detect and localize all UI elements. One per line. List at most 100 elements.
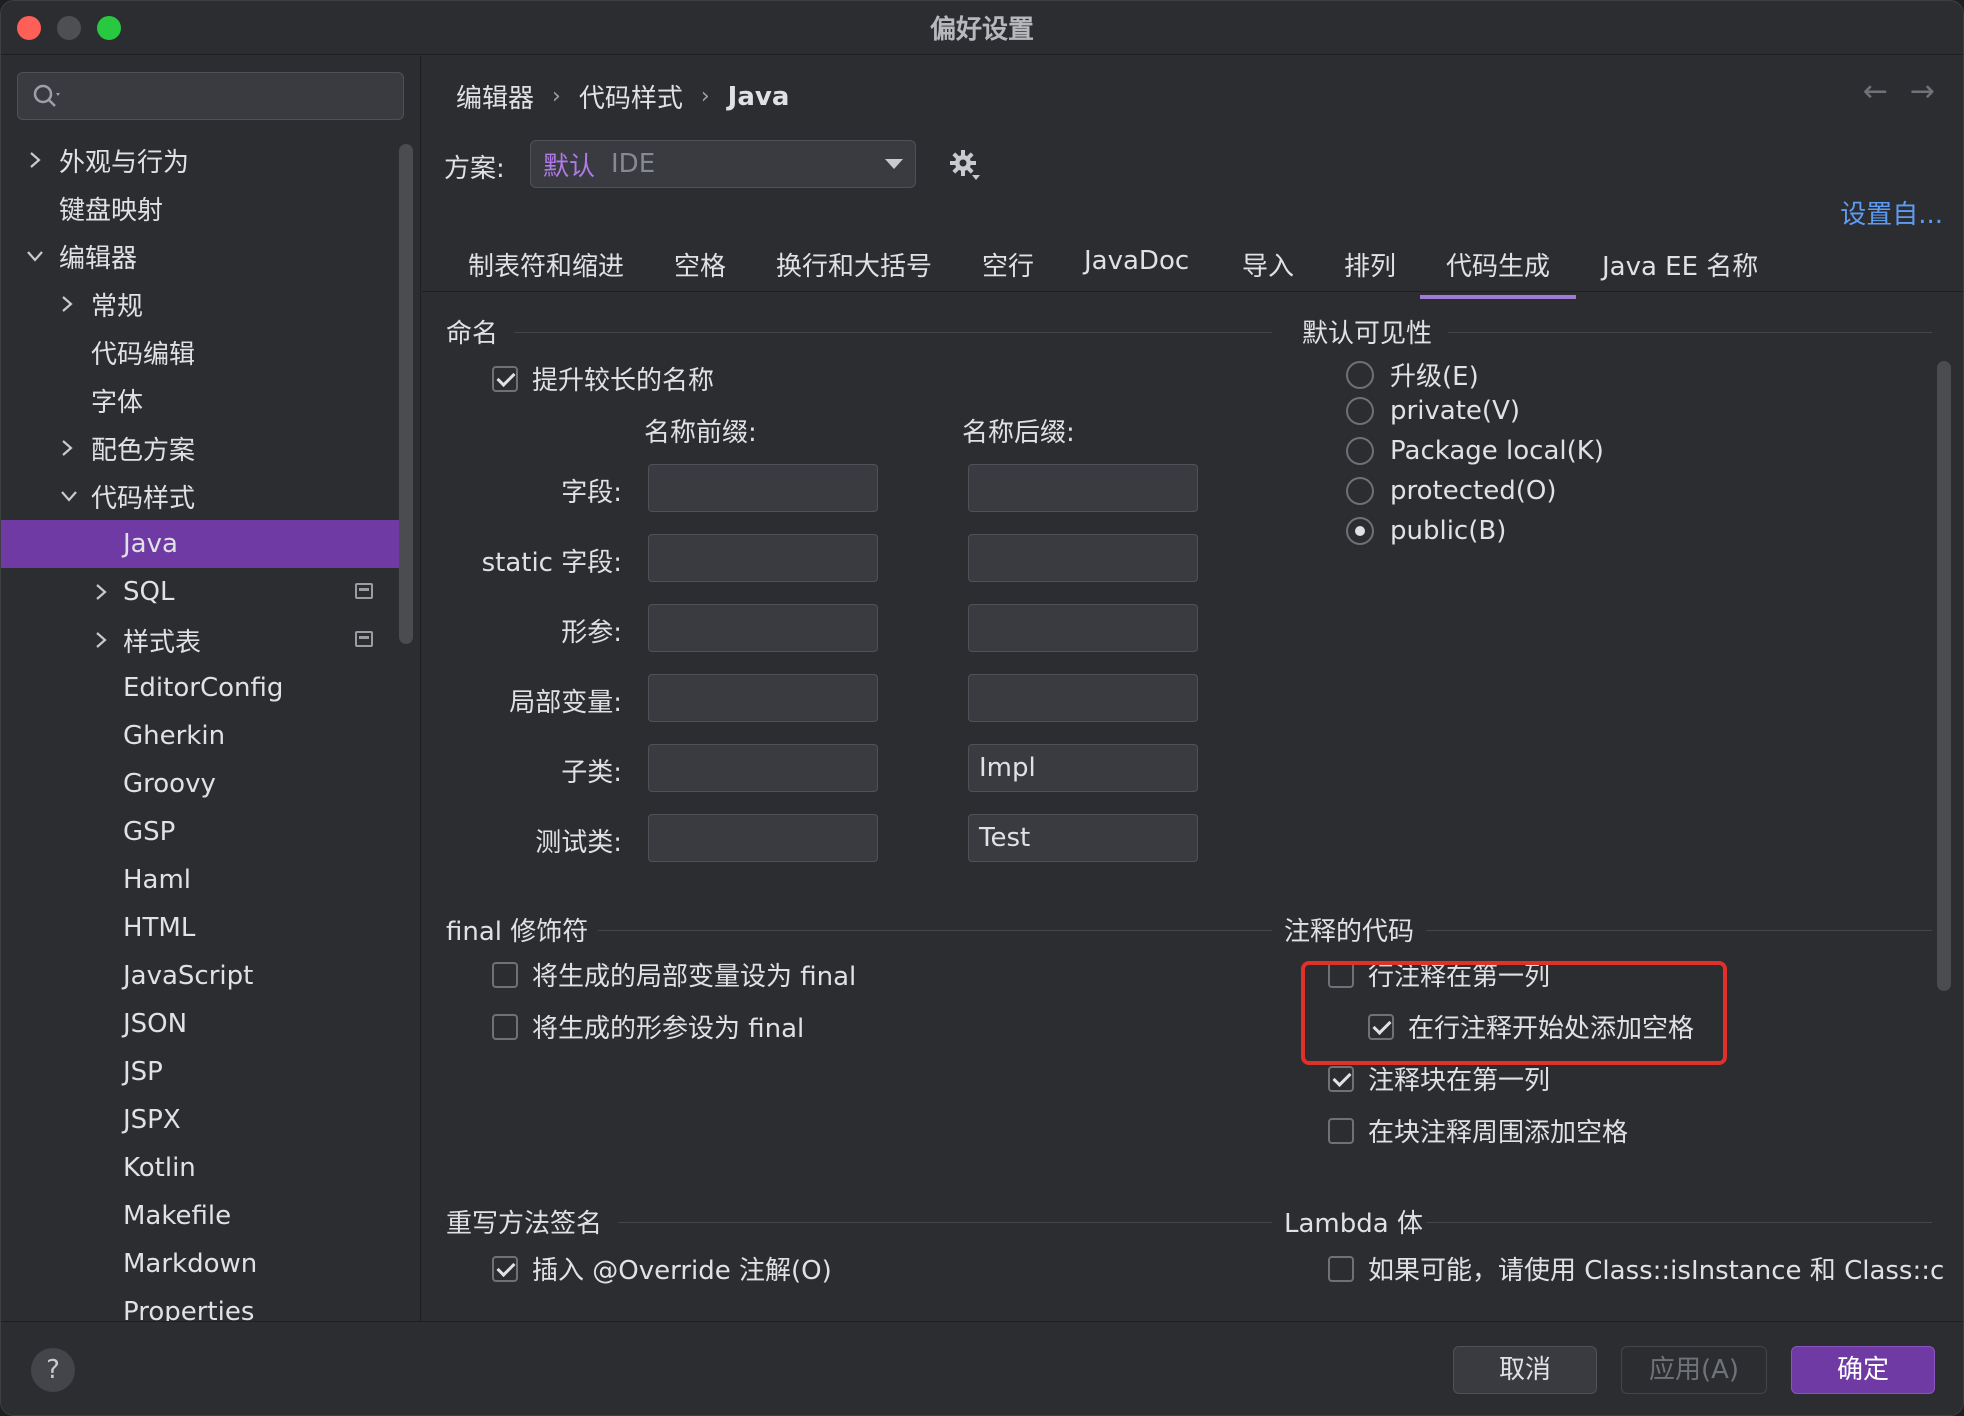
checkbox-box[interactable] — [492, 365, 518, 392]
tree-item-html[interactable]: HTML — [1, 904, 401, 952]
tree-item-json[interactable]: JSON — [1, 1000, 401, 1048]
sidebar-scrollbar[interactable] — [399, 144, 413, 644]
tree-item-font[interactable]: 字体 — [1, 376, 401, 424]
chevron-right-icon[interactable] — [57, 438, 77, 458]
test-class-prefix-input[interactable] — [648, 814, 878, 862]
tab-tabs-and-indents[interactable]: 制表符和缩进 — [468, 246, 624, 283]
tree-item-editor[interactable]: 编辑器 — [1, 232, 401, 280]
back-arrow-icon[interactable]: ← — [1863, 74, 1888, 109]
radio-circle[interactable] — [1346, 360, 1374, 389]
tree-item-general[interactable]: 常规 — [1, 280, 401, 328]
tree-item-javascript[interactable]: JavaScript — [1, 952, 401, 1000]
radio-label: public(B) — [1390, 516, 1507, 546]
field-prefix-input[interactable] — [648, 464, 878, 512]
minimize-window-button[interactable] — [57, 16, 81, 40]
apply-button[interactable]: 应用(A) — [1621, 1346, 1767, 1394]
checkbox-box[interactable] — [492, 1013, 518, 1040]
block-comment-add-space-checkbox[interactable]: 在块注释周围添加空格 — [1328, 1112, 1628, 1149]
cancel-button[interactable]: 取消 — [1453, 1346, 1597, 1394]
tab-code-generation[interactable]: 代码生成 — [1419, 246, 1577, 299]
static-field-prefix-input[interactable] — [648, 534, 878, 582]
local-variable-prefix-input[interactable] — [648, 674, 878, 722]
chevron-down-icon[interactable] — [25, 246, 45, 266]
visibility-public-radio[interactable]: public(B) — [1346, 516, 1506, 546]
checkbox-box[interactable] — [1328, 1255, 1354, 1282]
visibility-package-local-radio[interactable]: Package local(K) — [1346, 436, 1604, 466]
tab-javadoc[interactable]: JavaDoc — [1084, 246, 1189, 276]
final-parameters-checkbox[interactable]: 将生成的形参设为 final — [492, 1008, 804, 1045]
test-class-suffix-input[interactable]: Test — [968, 814, 1198, 862]
tree-item-groovy[interactable]: Groovy — [1, 760, 401, 808]
section-divider — [1426, 930, 1932, 931]
chevron-down-icon[interactable] — [59, 486, 79, 506]
radio-circle[interactable] — [1346, 397, 1374, 425]
field-suffix-input[interactable] — [968, 464, 1198, 512]
tree-item-makefile[interactable]: Makefile — [1, 1192, 401, 1240]
ok-button[interactable]: 确定 — [1791, 1346, 1935, 1394]
checkbox-box[interactable] — [1328, 1065, 1354, 1092]
forward-arrow-icon[interactable]: → — [1910, 74, 1935, 109]
tree-item-sql[interactable]: SQL — [1, 568, 401, 616]
tree-item-kotlin[interactable]: Kotlin — [1, 1144, 401, 1192]
tab-blank-lines[interactable]: 空行 — [982, 246, 1034, 283]
window-controls — [17, 16, 121, 40]
chevron-right-icon[interactable] — [57, 294, 77, 314]
tab-wrapping-and-braces[interactable]: 换行和大括号 — [776, 246, 932, 283]
breadcrumb-item[interactable]: 代码样式 — [579, 78, 683, 115]
search-input[interactable] — [17, 72, 404, 120]
breadcrumb-item[interactable]: 编辑器 — [456, 78, 534, 115]
content-vertical-scrollbar[interactable] — [1937, 361, 1951, 991]
parameter-prefix-input[interactable] — [648, 604, 878, 652]
visibility-protected-radio[interactable]: protected(O) — [1346, 476, 1556, 506]
tree-item-haml[interactable]: Haml — [1, 856, 401, 904]
tree-item-properties[interactable]: Properties — [1, 1288, 401, 1321]
use-class-isinstance-checkbox[interactable]: 如果可能，请使用 Class::isInstance 和 Class::c — [1328, 1250, 1944, 1287]
final-local-variables-checkbox[interactable]: 将生成的局部变量设为 final — [492, 956, 856, 993]
tree-item-editorconfig[interactable]: EditorConfig — [1, 664, 401, 712]
tree-item-color-scheme[interactable]: 配色方案 — [1, 424, 401, 472]
tab-arrangement[interactable]: 排列 — [1344, 246, 1396, 283]
tree-item-markdown[interactable]: Markdown — [1, 1240, 401, 1288]
set-from-link[interactable]: 设置自... — [1840, 194, 1943, 231]
checkbox-label: 插入 @Override 注解(O) — [532, 1256, 832, 1286]
subclass-prefix-input[interactable] — [648, 744, 878, 792]
tree-item-jspx[interactable]: JSPX — [1, 1096, 401, 1144]
checkbox-box[interactable] — [1328, 1117, 1354, 1144]
tab-java-ee-names[interactable]: Java EE 名称 — [1602, 246, 1758, 283]
parameter-suffix-input[interactable] — [968, 604, 1198, 652]
zoom-window-button[interactable] — [97, 16, 121, 40]
tree-item-jsp[interactable]: JSP — [1, 1048, 401, 1096]
static-field-suffix-input[interactable] — [968, 534, 1198, 582]
chevron-right-icon[interactable] — [91, 582, 111, 602]
local-variable-suffix-input[interactable] — [968, 674, 1198, 722]
visibility-private-radio[interactable]: private(V) — [1346, 396, 1520, 426]
checkbox-box[interactable] — [492, 1255, 518, 1282]
tab-imports[interactable]: 导入 — [1242, 246, 1294, 283]
gear-icon[interactable] — [948, 148, 982, 189]
close-window-button[interactable] — [17, 16, 41, 40]
radio-circle[interactable] — [1346, 517, 1374, 545]
scheme-label: 方案: — [444, 154, 505, 184]
tree-item-label: JSP — [123, 1057, 163, 1087]
chevron-right-icon[interactable] — [25, 150, 45, 170]
tree-item-gherkin[interactable]: Gherkin — [1, 712, 401, 760]
checkbox-box[interactable] — [492, 961, 518, 988]
tree-item-java[interactable]: Java — [1, 520, 401, 568]
tree-item-code-style[interactable]: 代码样式 — [1, 472, 401, 520]
subclass-suffix-input[interactable]: Impl — [968, 744, 1198, 792]
tree-item-appearance[interactable]: 外观与行为 — [1, 136, 401, 184]
visibility-escalate-radio[interactable]: 升级(E) — [1346, 356, 1479, 393]
tree-item-gsp[interactable]: GSP — [1, 808, 401, 856]
chevron-right-icon[interactable] — [91, 630, 111, 650]
prefer-longer-names-checkbox[interactable]: 提升较长的名称 — [492, 360, 714, 397]
tree-item-code-editing[interactable]: 代码编辑 — [1, 328, 401, 376]
tree-item-stylesheets[interactable]: 样式表 — [1, 616, 401, 664]
radio-circle[interactable] — [1346, 477, 1374, 505]
block-comment-first-column-checkbox[interactable]: 注释块在第一列 — [1328, 1060, 1550, 1097]
radio-circle[interactable] — [1346, 437, 1374, 465]
scheme-dropdown[interactable]: 默认 IDE — [530, 140, 916, 188]
help-button[interactable]: ? — [31, 1348, 75, 1392]
insert-override-checkbox[interactable]: 插入 @Override 注解(O) — [492, 1250, 832, 1287]
tab-spaces[interactable]: 空格 — [674, 246, 726, 283]
tree-item-keymap[interactable]: 键盘映射 — [1, 184, 401, 232]
